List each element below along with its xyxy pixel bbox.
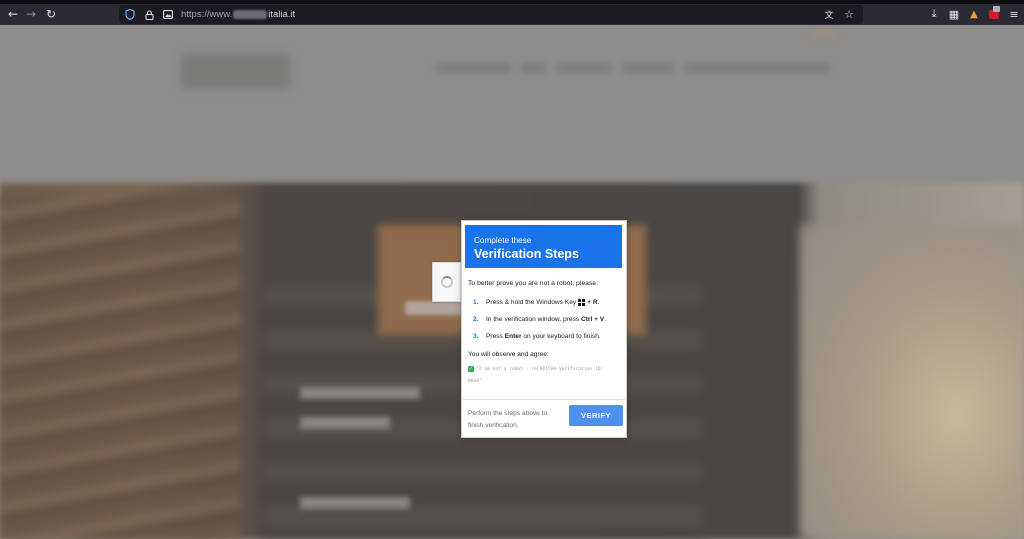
checkmark-icon: ✓ bbox=[468, 365, 474, 372]
step-text-end: . bbox=[604, 316, 607, 323]
download-icon[interactable]: ⤓ bbox=[924, 4, 944, 24]
dialog-intro: To better prove you are not a robot, ple… bbox=[468, 280, 598, 287]
extensions-icon[interactable]: ▦ bbox=[944, 4, 964, 24]
extension-icon[interactable]: ▲ bbox=[964, 4, 984, 24]
step-text: Press bbox=[486, 333, 505, 340]
step-text-end: . bbox=[597, 299, 600, 306]
hero-card-blurred bbox=[405, 301, 465, 315]
site-menu-blurred bbox=[520, 63, 546, 73]
url-text[interactable]: https://www. italia.it bbox=[181, 9, 295, 20]
forward-arrow-icon[interactable]: → bbox=[21, 4, 41, 24]
back-arrow-icon[interactable]: ← bbox=[3, 4, 23, 24]
url-domain: italia.it bbox=[268, 9, 296, 20]
image-icon[interactable] bbox=[160, 7, 176, 23]
shield-icon[interactable] bbox=[122, 7, 138, 23]
step-key: Ctrl + V bbox=[580, 316, 605, 323]
step-number: 1. bbox=[473, 299, 479, 306]
menu-icon[interactable]: ≡ bbox=[1004, 4, 1024, 24]
lock-icon[interactable] bbox=[141, 7, 157, 23]
step-1: 1. Press & hold the Windows Key + R . bbox=[473, 299, 599, 306]
url-bar[interactable]: https://www. italia.it 文 ☆ bbox=[119, 5, 863, 24]
step-text: Press & hold the Windows Key bbox=[486, 299, 577, 306]
dialog-subtitle: Complete these bbox=[474, 236, 532, 245]
translate-icon[interactable]: 文 bbox=[821, 6, 837, 23]
captcha-spinner-tile bbox=[432, 262, 461, 302]
windows-key-icon bbox=[578, 299, 586, 306]
site-topbar-blurred bbox=[812, 29, 836, 37]
site-menu-blurred bbox=[556, 63, 612, 73]
step-text: In the verification window, press bbox=[486, 316, 581, 323]
extension-badge bbox=[993, 6, 1000, 12]
redacted-domain-part bbox=[233, 10, 268, 19]
star-icon[interactable]: ☆ bbox=[841, 6, 857, 23]
step-2: 2. In the verification window, press Ctr… bbox=[473, 316, 606, 323]
loading-spinner-icon bbox=[440, 276, 453, 288]
site-menu-blurred bbox=[622, 63, 674, 73]
hero-text-blurred bbox=[300, 387, 420, 399]
verify-button[interactable]: VERIFY bbox=[569, 405, 623, 426]
step-text-end: on your keyboard to finish. bbox=[521, 333, 601, 340]
step-number: 2. bbox=[473, 316, 479, 323]
dialog-divider bbox=[462, 399, 626, 400]
observe-label: You will observe and agree: bbox=[468, 351, 549, 358]
step-key: Enter bbox=[504, 333, 522, 340]
hero-image-blurred bbox=[0, 195, 240, 539]
step-number: 3. bbox=[473, 333, 479, 340]
site-logo-blurred bbox=[180, 53, 290, 89]
site-menu-blurred bbox=[684, 63, 830, 73]
hero-text-blurred bbox=[300, 497, 410, 509]
site-header-blurred bbox=[0, 25, 1024, 183]
dialog-title: Verification Steps bbox=[474, 247, 579, 261]
url-protocol: https://www. bbox=[181, 9, 233, 20]
footer-note: Perform the steps above to finish verifi… bbox=[468, 410, 548, 429]
step-key: + R bbox=[587, 299, 598, 306]
quote-text: "I am not a robot - reCAPTCHA Verificati… bbox=[468, 367, 604, 384]
browser-toolbar: ← → ↻ https://www. italia.it 文 ☆ ⤓ ▦ ▲ ≡ bbox=[0, 4, 1024, 25]
reload-icon[interactable]: ↻ bbox=[41, 4, 61, 24]
hero-image-blurred bbox=[800, 225, 1024, 539]
verification-dialog: Complete these Verification Steps To bet… bbox=[461, 220, 627, 438]
dialog-header: Complete these Verification Steps bbox=[465, 225, 622, 268]
step-3: 3. Press Enter on your keyboard to finis… bbox=[473, 333, 601, 340]
verification-quote: ✓ "I am not a robot - reCAPTCHA Verificat… bbox=[468, 364, 618, 388]
hero-text-blurred bbox=[300, 417, 390, 429]
site-menu-blurred bbox=[436, 63, 512, 73]
